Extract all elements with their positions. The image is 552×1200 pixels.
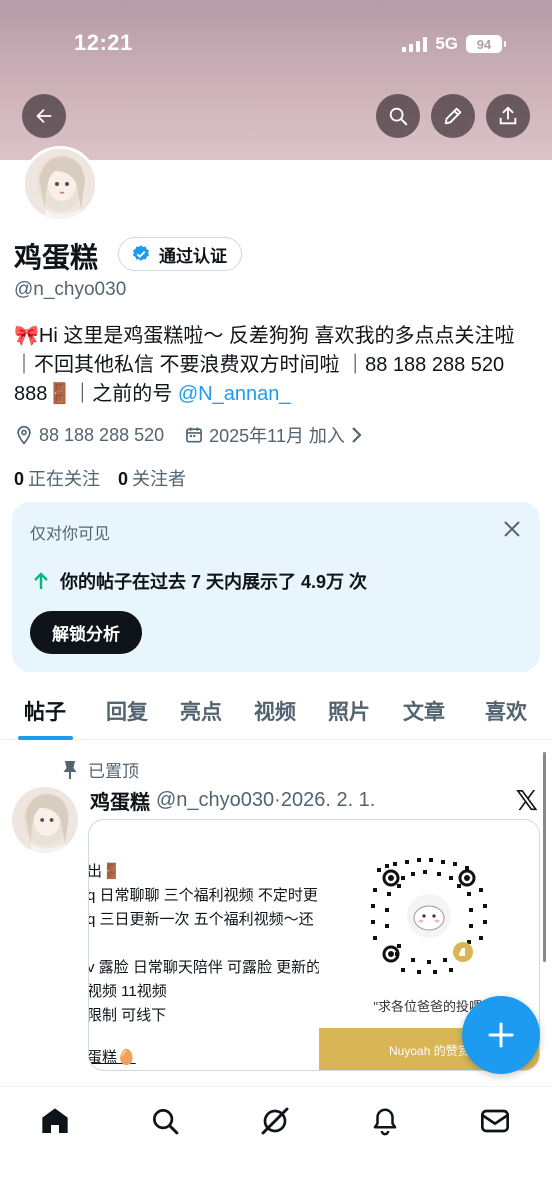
bottom-nav: [0, 1086, 552, 1200]
grok-icon: [261, 1107, 289, 1135]
post-separator: ·: [274, 789, 281, 811]
post-author-avatar[interactable]: [12, 787, 78, 853]
impressions-text: 你的帖子在过去 7 天内展示了 4.9万 次: [60, 572, 368, 592]
profile-tabs: 帖子 回复 亮点 视频 照片 文章 喜欢: [0, 686, 552, 740]
tab-likes[interactable]: 喜欢: [485, 696, 527, 726]
followers-label: 关注者: [132, 469, 187, 489]
card-impressions: 你的帖子在过去 7 天内展示了 4.9万 次: [32, 568, 367, 594]
verified-label: 通过认证: [159, 246, 227, 266]
tab-photos[interactable]: 照片: [328, 696, 370, 726]
location-pin-icon: [17, 425, 31, 445]
tab-articles[interactable]: 文章: [403, 696, 445, 726]
nav-home[interactable]: [37, 1103, 73, 1139]
calendar-icon: [186, 427, 203, 443]
share-icon: [499, 106, 517, 125]
post-author-handle[interactable]: @n_chyo030: [156, 789, 274, 812]
signal-icon: [402, 36, 428, 52]
tab-videos[interactable]: 视频: [254, 696, 296, 726]
profile-name: 鸡蛋糕: [14, 242, 99, 273]
back-arrow-icon: [36, 108, 52, 124]
bell-icon: [373, 1108, 397, 1136]
media-text-image: 出🚪 q 日常聊聊 三个福利视频 不定时更 q 三日更新一次 五个福利视频～还 …: [89, 820, 319, 1070]
image-line: q 日常聊聊 三个福利视频 不定时更: [89, 887, 318, 904]
profile-location: 88 188 288 520: [14, 425, 164, 446]
follow-stats: 0 正在关注 0 关注者: [14, 465, 186, 491]
following-count: 0: [14, 469, 25, 489]
following-link[interactable]: 0 正在关注: [14, 465, 100, 491]
following-label: 正在关注: [28, 469, 101, 489]
profile-avatar[interactable]: [22, 146, 98, 222]
search-icon: [153, 1109, 179, 1135]
followers-count: 0: [118, 469, 129, 489]
home-icon: [42, 1108, 68, 1133]
plus-icon: [488, 1022, 514, 1048]
nav-grok[interactable]: [257, 1103, 293, 1139]
profile-handle: @n_chyo030: [14, 279, 127, 300]
scrollbar[interactable]: [543, 752, 546, 962]
card-title: 仅对你可见: [30, 526, 111, 543]
status-time: 12:21: [74, 30, 133, 55]
status-bar: 12:21 5G 94: [0, 0, 552, 80]
followers-link[interactable]: 0 关注者: [118, 465, 186, 491]
arrow-up-icon: [34, 572, 48, 589]
qr-code-icon: [371, 858, 487, 974]
image-line: v 露脸 日常聊天陪伴 可露脸 更新的: [89, 959, 319, 976]
bio-mention-link[interactable]: @N_annan_: [178, 383, 291, 405]
close-icon: [504, 521, 520, 537]
nav-search[interactable]: [147, 1103, 183, 1139]
image-line: 限制 可线下: [89, 1007, 167, 1024]
location-text: 88 188 288 520: [39, 424, 165, 445]
unlock-analytics-button[interactable]: 解锁分析: [30, 611, 142, 654]
back-button[interactable]: [22, 94, 66, 138]
network-label: 5G: [435, 34, 458, 53]
profile-meta: 88 188 288 520 2025年11月 加入: [14, 422, 384, 448]
close-card-button[interactable]: [502, 519, 522, 544]
avatar-image: [12, 787, 78, 853]
joined-text: 2025年11月 加入: [209, 426, 345, 446]
tab-replies[interactable]: 回复: [106, 696, 148, 726]
active-tab-indicator: [18, 736, 73, 740]
tab-highlights[interactable]: 亮点: [180, 696, 222, 726]
profile-bio: 🎀Hi 这里是鸡蛋糕啦～ 反差狗狗 喜欢我的多点点关注啦 ｜不回其他私信 不要浪…: [14, 322, 534, 409]
battery-icon: 94: [466, 35, 506, 53]
image-line: 视频 11视频: [89, 983, 167, 1000]
pencil-icon: [444, 107, 462, 125]
profile-joined[interactable]: 2025年11月 加入: [184, 422, 364, 448]
image-line: q 三日更新一次 五个福利视频～还: [89, 911, 314, 928]
pinned-indicator: 已置顶: [62, 757, 139, 782]
tab-posts[interactable]: 帖子: [24, 696, 66, 726]
verified-badge[interactable]: 通过认证: [118, 237, 242, 271]
search-icon: [389, 107, 408, 126]
edit-profile-button[interactable]: [431, 94, 475, 138]
image-line: 蛋糕🥚: [89, 1049, 136, 1066]
avatar-image: [25, 149, 95, 219]
nav-notifications[interactable]: [367, 1103, 403, 1139]
verified-icon: [133, 245, 149, 261]
post-header: 鸡蛋糕 @n_chyo030 · 2026. 2. 1.: [90, 786, 375, 815]
x-logo-icon: 𝕏: [515, 785, 538, 816]
pinned-label: 已置顶: [88, 762, 139, 781]
compose-button[interactable]: [462, 996, 540, 1074]
status-indicators: 5G 94: [402, 34, 506, 54]
image-line: 出🚪: [89, 863, 121, 880]
mail-icon: [481, 1109, 509, 1133]
post-date[interactable]: 2026. 2. 1.: [281, 789, 376, 812]
search-button[interactable]: [376, 94, 420, 138]
analytics-card: 仅对你可见 你的帖子在过去 7 天内展示了 4.9万 次 解锁分析: [12, 502, 540, 672]
chevron-right-icon: [352, 427, 362, 443]
share-button[interactable]: [486, 94, 530, 138]
pin-icon: [63, 760, 77, 779]
post-author-name[interactable]: 鸡蛋糕: [90, 786, 150, 815]
nav-messages[interactable]: [477, 1103, 513, 1139]
